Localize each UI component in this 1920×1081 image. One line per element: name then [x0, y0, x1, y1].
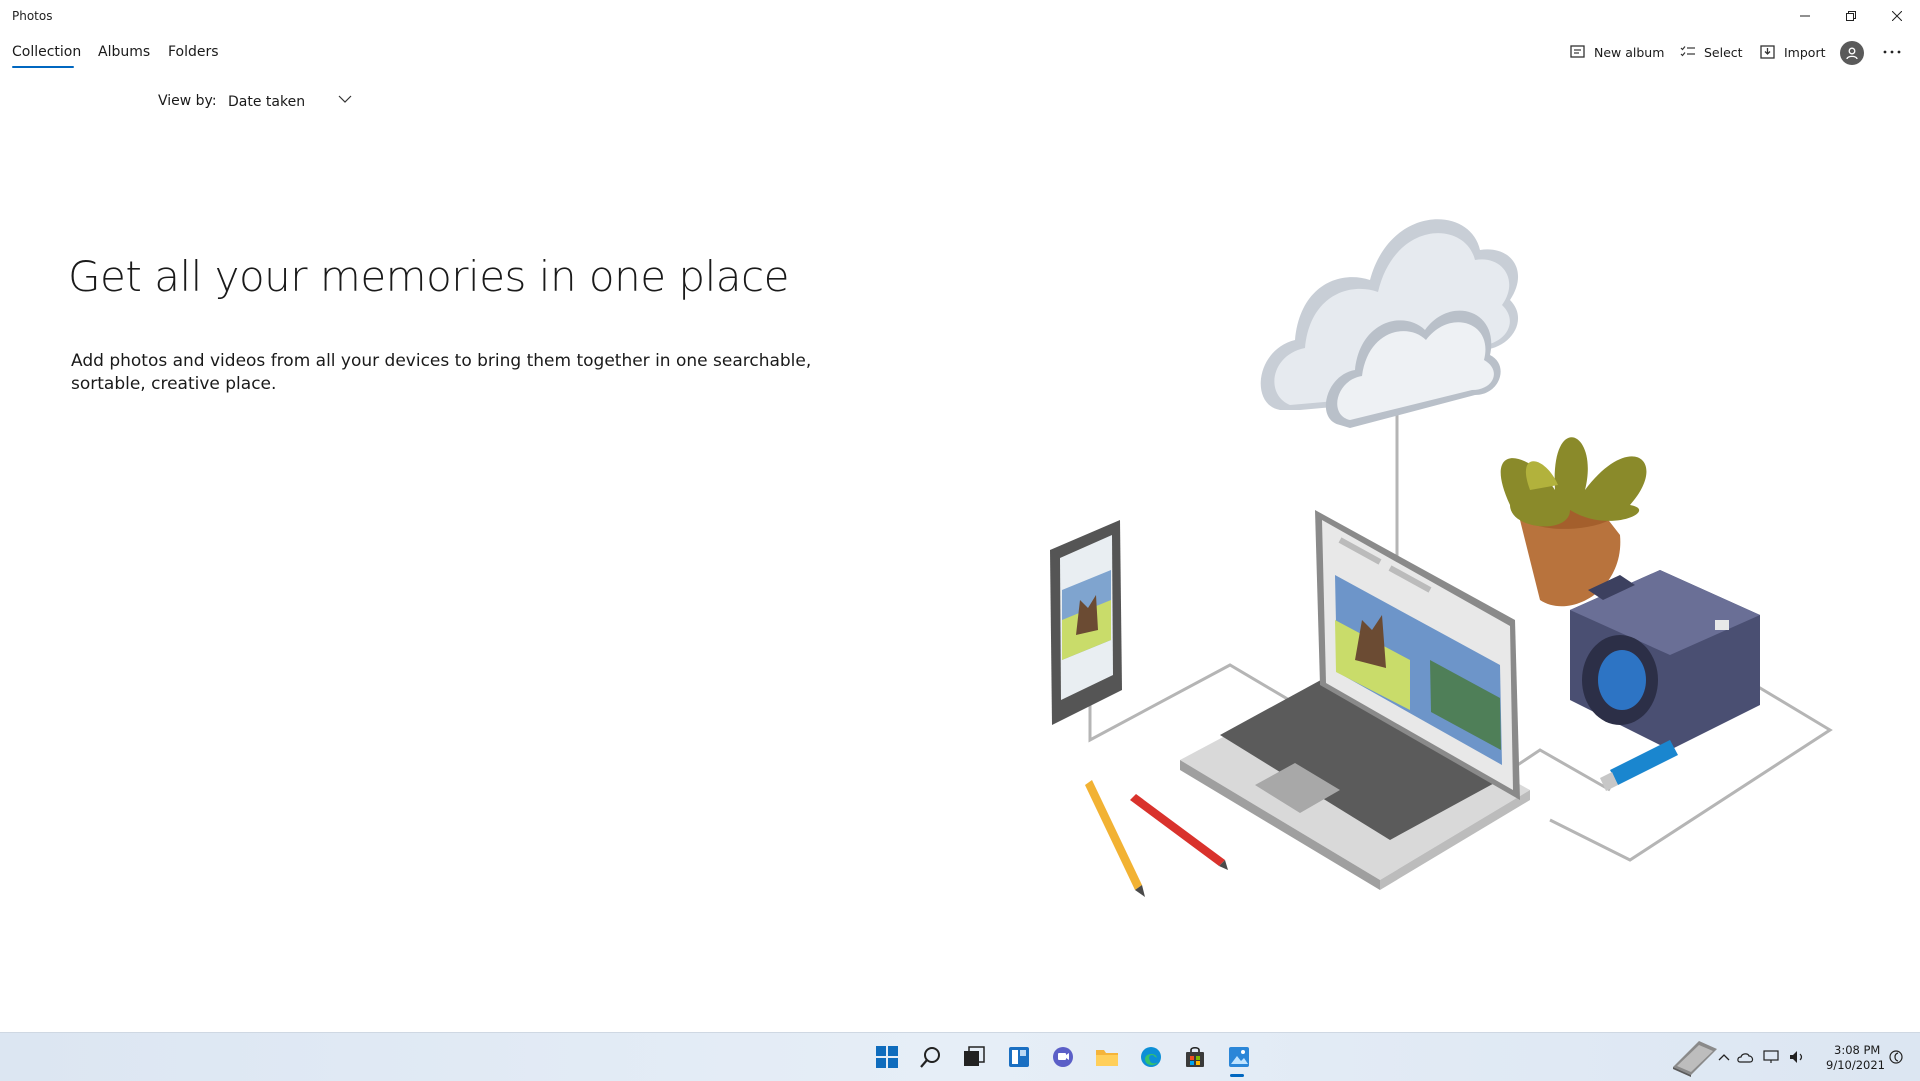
- book-icon-button[interactable]: [1668, 1036, 1722, 1078]
- store-bag-icon: [1186, 1046, 1204, 1067]
- notification-moon-icon: [1889, 1050, 1903, 1064]
- import-icon: [1760, 45, 1775, 59]
- restore-button[interactable]: [1828, 0, 1874, 32]
- cloud-graphic: [1260, 219, 1519, 428]
- widgets-icon: [1009, 1047, 1029, 1067]
- onedrive-tray-button[interactable]: [1736, 1043, 1756, 1071]
- speaker-icon: [1790, 1051, 1803, 1063]
- select-button[interactable]: Select: [1680, 42, 1743, 62]
- title-bar: Photos: [0, 0, 1920, 32]
- import-button[interactable]: Import: [1760, 42, 1826, 62]
- minimize-icon: [1800, 15, 1810, 17]
- tab-folders[interactable]: Folders: [168, 44, 219, 60]
- edge-browser-button[interactable]: [1137, 1043, 1165, 1071]
- volume-tray-button[interactable]: [1788, 1043, 1808, 1071]
- edge-icon: [1141, 1047, 1161, 1067]
- photos-active-indicator: [1230, 1074, 1244, 1077]
- hero-title: Get all your memories in one place: [68, 252, 789, 301]
- book-icon: [1673, 1041, 1717, 1077]
- new-album-label: New album: [1594, 44, 1665, 60]
- laptop-graphic: [1180, 510, 1530, 890]
- widgets-button[interactable]: [1005, 1043, 1033, 1071]
- chat-icon: [1053, 1047, 1073, 1067]
- person-icon: [1846, 47, 1858, 60]
- search-icon: [920, 1047, 940, 1068]
- more-icon: [1883, 50, 1901, 54]
- chevron-down-icon: [338, 95, 352, 103]
- clock-date[interactable]: 9/10/2021: [1826, 1058, 1885, 1072]
- task-view-icon: [964, 1046, 985, 1066]
- folder-icon: [1096, 1050, 1118, 1066]
- chat-button[interactable]: [1049, 1043, 1077, 1071]
- select-label: Select: [1704, 44, 1743, 60]
- network-icon: [1763, 1050, 1779, 1063]
- hero-description: Add photos and videos from all your devi…: [71, 351, 812, 394]
- search-button[interactable]: [917, 1043, 945, 1071]
- tab-albums[interactable]: Albums: [98, 44, 150, 60]
- minimize-button[interactable]: [1782, 0, 1828, 32]
- photos-app-button[interactable]: [1225, 1043, 1253, 1071]
- start-button[interactable]: [873, 1043, 901, 1071]
- close-icon: [1892, 11, 1902, 21]
- show-hidden-icons-button[interactable]: [1716, 1043, 1732, 1071]
- chevron-up-icon: [1718, 1054, 1730, 1061]
- clock-time[interactable]: 3:08 PM: [1834, 1043, 1880, 1057]
- notifications-button[interactable]: [1884, 1043, 1908, 1071]
- app-title: Photos: [12, 9, 53, 23]
- network-tray-button[interactable]: [1762, 1043, 1782, 1071]
- view-by-value: Date taken: [228, 94, 306, 110]
- select-list-icon: [1680, 46, 1695, 57]
- tab-collection[interactable]: Collection: [12, 44, 81, 60]
- taskbar: 3:08 PM 9/10/2021: [0, 1032, 1920, 1081]
- close-button[interactable]: [1874, 0, 1920, 32]
- usb-stick-graphic: [1600, 740, 1678, 791]
- photos-icon: [1229, 1047, 1249, 1067]
- cloud-icon: [1737, 1053, 1754, 1063]
- camera-graphic: [1570, 570, 1760, 750]
- active-tab-indicator: [12, 66, 74, 68]
- devices-illustration: [1050, 219, 1833, 897]
- view-by-dropdown[interactable]: Date taken: [228, 90, 358, 114]
- restore-icon: [1846, 11, 1856, 21]
- phone-graphic: [1050, 520, 1122, 725]
- import-label: Import: [1784, 44, 1826, 60]
- pencils-graphic: [1085, 780, 1228, 897]
- new-album-icon: [1570, 45, 1585, 58]
- file-explorer-button[interactable]: [1093, 1043, 1121, 1071]
- windows-start-icon: [876, 1046, 898, 1068]
- task-view-button[interactable]: [960, 1043, 988, 1071]
- account-avatar-button[interactable]: [1840, 41, 1864, 65]
- view-by-label: View by:: [158, 93, 217, 109]
- more-options-button[interactable]: [1882, 42, 1902, 58]
- microsoft-store-button[interactable]: [1181, 1043, 1209, 1071]
- new-album-button[interactable]: New album: [1570, 42, 1664, 62]
